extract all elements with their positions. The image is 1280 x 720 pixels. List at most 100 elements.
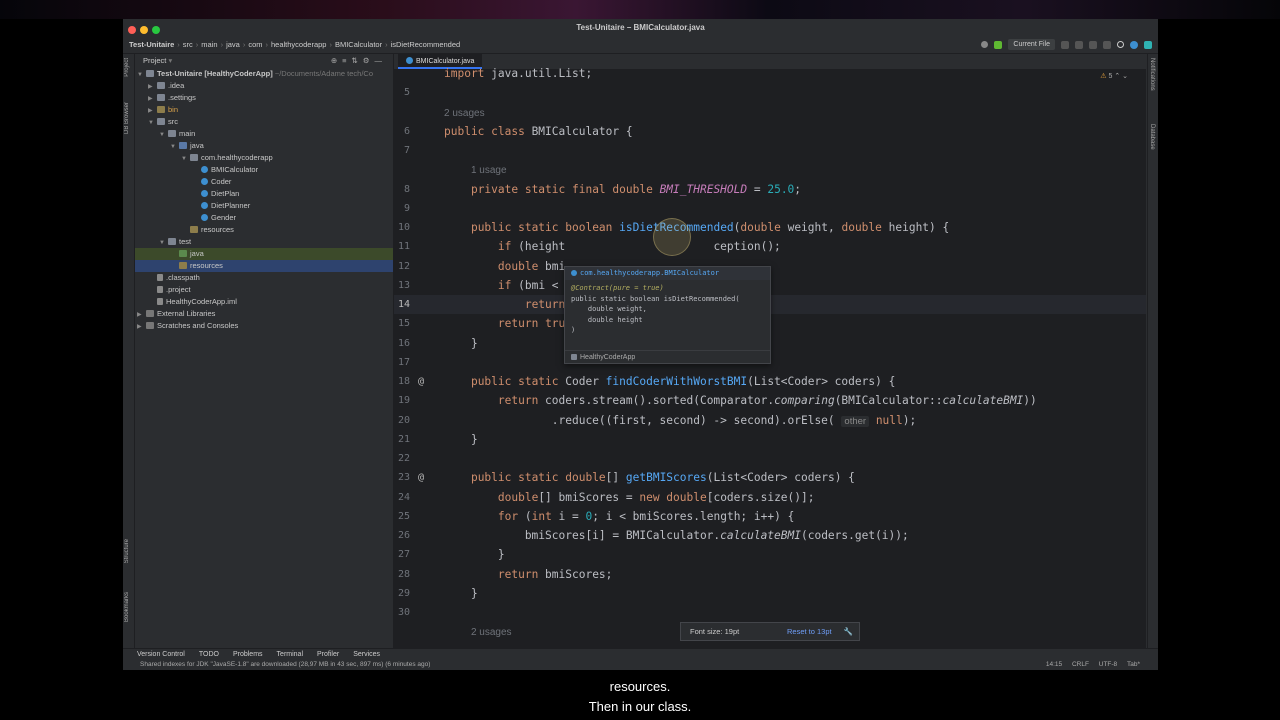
- notifications-tool-button[interactable]: Notifications: [1149, 58, 1155, 91]
- project-view-selector[interactable]: Project: [143, 56, 166, 65]
- debug-icon[interactable]: [1075, 40, 1083, 49]
- build-hammer-icon[interactable]: [994, 40, 1003, 49]
- code-line[interactable]: 26 bmiScores[i] = BMICalculator.calculat…: [394, 526, 1146, 545]
- tree-item[interactable]: .classpath: [135, 272, 393, 284]
- override-gutter-icon[interactable]: @: [418, 468, 424, 487]
- code-line[interactable]: 6 public class BMICalculator {: [394, 122, 1146, 141]
- code-line[interactable]: 8 private static final double BMI_THRESH…: [394, 180, 1146, 199]
- bookmarks-tool-button[interactable]: Bookmarks: [124, 592, 130, 622]
- file-icon: [157, 298, 163, 305]
- title-bar: Test-Unitaire – BMICalculator.java: [123, 19, 1158, 36]
- code-text: }: [444, 336, 478, 350]
- tree-item[interactable]: ▶ bin: [135, 104, 393, 116]
- code-line[interactable]: 23 @ public static double[] getBMIScores(…: [394, 468, 1146, 487]
- breadcrumb-item[interactable]: src: [183, 40, 193, 49]
- breadcrumb-item[interactable]: Test-Unitaire: [129, 40, 174, 49]
- tree-item[interactable]: DietPlanner: [135, 200, 393, 212]
- code-line[interactable]: 20 .reduce((first, second) -> second).or…: [394, 411, 1146, 430]
- tree-item[interactable]: DietPlan: [135, 188, 393, 200]
- breadcrumb-item[interactable]: java: [226, 40, 240, 49]
- code-line[interactable]: 19 return coders.stream().sorted(Compara…: [394, 391, 1146, 410]
- coverage-icon[interactable]: [1089, 40, 1097, 49]
- code-line[interactable]: 21 }: [394, 430, 1146, 449]
- reset-font-size-link[interactable]: Reset to 13pt: [787, 623, 832, 640]
- code-line[interactable]: 2 usages: [394, 103, 1146, 122]
- code-text: public class BMICalculator {: [444, 124, 633, 138]
- settings-icon[interactable]: [1130, 40, 1138, 49]
- caret-position[interactable]: 14:15: [1046, 661, 1062, 668]
- tree-item[interactable]: ▶ .settings: [135, 92, 393, 104]
- popup-close-paren: ): [571, 326, 576, 334]
- tree-item-root[interactable]: ▼ Test-Unitaire [HealthyCoderApp] ~/Docum…: [135, 68, 393, 80]
- tree-item[interactable]: ▶ Scratches and Consoles: [135, 320, 393, 332]
- structure-tool-button[interactable]: Structure: [124, 539, 130, 563]
- tree-item[interactable]: BMICalculator: [135, 164, 393, 176]
- user-icon[interactable]: [981, 41, 989, 48]
- code-line[interactable]: 28 return bmiScores;: [394, 565, 1146, 584]
- folder-icon: [157, 82, 165, 89]
- breadcrumb-item[interactable]: main: [201, 40, 217, 49]
- code-line[interactable]: 11 if (height ception();: [394, 237, 1146, 256]
- tree-item[interactable]: ▶ External Libraries: [135, 308, 393, 320]
- search-icon[interactable]: [1117, 41, 1124, 48]
- code-line[interactable]: 27 }: [394, 545, 1146, 564]
- line-separator[interactable]: CRLF: [1072, 661, 1089, 668]
- tree-item[interactable]: resources: [135, 260, 393, 272]
- bottom-tool-services[interactable]: Services: [353, 651, 380, 658]
- breadcrumb-item[interactable]: BMICalculator: [335, 40, 382, 49]
- db-browser-tool-button[interactable]: DB Browser: [124, 102, 130, 134]
- breadcrumb-item[interactable]: com: [248, 40, 262, 49]
- breadcrumb-item[interactable]: isDietRecommended: [391, 40, 461, 49]
- code-line[interactable]: import java.util.List;: [394, 64, 1146, 83]
- tree-item[interactable]: .project: [135, 284, 393, 296]
- code-line[interactable]: 29 }: [394, 584, 1146, 603]
- code-line[interactable]: 7: [394, 141, 1146, 160]
- code-line[interactable]: 1 usage: [394, 160, 1146, 179]
- file-icon: [157, 286, 163, 293]
- code-line[interactable]: 9: [394, 199, 1146, 218]
- close-window-button[interactable]: [128, 26, 136, 34]
- tree-item[interactable]: HealthyCoderApp.iml: [135, 296, 393, 308]
- tree-item[interactable]: Coder: [135, 176, 393, 188]
- code-line[interactable]: 25 for (int i = 0; i < bmiScores.length;…: [394, 507, 1146, 526]
- code-line[interactable]: 30: [394, 603, 1146, 622]
- run-icon[interactable]: [1061, 40, 1069, 49]
- chevron-right-icon[interactable]: ▶: [137, 321, 146, 333]
- bottom-tool-profiler[interactable]: Profiler: [317, 651, 339, 658]
- status-message[interactable]: Shared indexes for JDK "JavaSE-1.8" are …: [140, 660, 430, 670]
- code-line[interactable]: 5: [394, 83, 1146, 102]
- bottom-tool-terminal[interactable]: Terminal: [277, 651, 303, 658]
- breadcrumb-item[interactable]: healthycoderapp: [271, 40, 326, 49]
- inspection-widget[interactable]: ⚠ 5 ⌃ ⌄: [1100, 72, 1128, 80]
- bottom-tool-version-control[interactable]: Version Control: [137, 651, 185, 658]
- zoom-window-button[interactable]: [152, 26, 160, 34]
- tree-item[interactable]: ▼ com.healthycoderapp: [135, 152, 393, 164]
- tree-item[interactable]: ▼ java: [135, 140, 393, 152]
- run-configuration-dropdown[interactable]: Current File: [1008, 39, 1055, 50]
- plugin-icon[interactable]: [1144, 40, 1152, 49]
- database-tool-button[interactable]: Database: [1149, 124, 1155, 150]
- project-tool-button[interactable]: Project: [124, 58, 130, 77]
- stop-icon[interactable]: [1103, 40, 1111, 49]
- tree-item-label: test: [179, 237, 192, 246]
- tree-item[interactable]: ▶ .idea: [135, 80, 393, 92]
- wrench-icon[interactable]: 🔧: [844, 623, 853, 640]
- code-line[interactable]: 18 @ public static Coder findCoderWithWor…: [394, 372, 1146, 391]
- tree-item[interactable]: ▼ main: [135, 128, 393, 140]
- lib-icon: [146, 322, 154, 329]
- tree-item[interactable]: Gender: [135, 212, 393, 224]
- tree-item[interactable]: ▼ src: [135, 116, 393, 128]
- code-line[interactable]: 22: [394, 449, 1146, 468]
- tree-item[interactable]: resources: [135, 224, 393, 236]
- bottom-tool-problems[interactable]: Problems: [233, 651, 263, 658]
- indent-setting[interactable]: Tab*: [1127, 661, 1140, 668]
- code-line[interactable]: 10 public static boolean isDietRecommend…: [394, 218, 1146, 237]
- override-gutter-icon[interactable]: @: [418, 372, 424, 391]
- tree-item[interactable]: ▼ test: [135, 236, 393, 248]
- minimize-window-button[interactable]: [140, 26, 148, 34]
- bottom-tool-todo[interactable]: TODO: [199, 651, 219, 658]
- tree-item[interactable]: java: [135, 248, 393, 260]
- project-panel-tools[interactable]: ⊕≡⇅⚙—: [331, 54, 387, 68]
- code-line[interactable]: 24 double[] bmiScores = new double[coder…: [394, 488, 1146, 507]
- file-encoding[interactable]: UTF-8: [1099, 661, 1117, 668]
